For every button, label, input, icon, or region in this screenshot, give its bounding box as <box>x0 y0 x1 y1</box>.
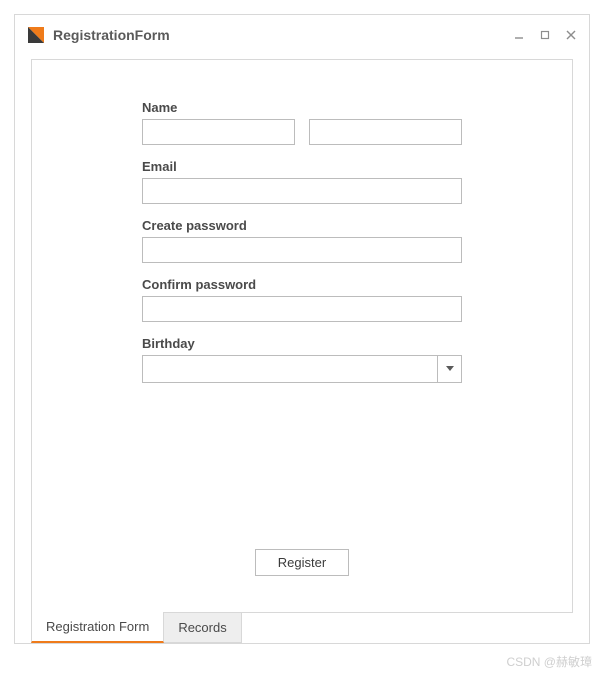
window-title: RegistrationForm <box>53 27 513 43</box>
confirm-password-field[interactable] <box>142 296 462 322</box>
content-area: Name Email Create password Confirm passw… <box>15 55 589 643</box>
birthday-dropdown-button[interactable] <box>437 356 461 382</box>
app-icon <box>27 26 45 44</box>
birthday-label: Birthday <box>142 336 462 351</box>
tab-registration-form[interactable]: Registration Form <box>31 612 164 643</box>
email-label: Email <box>142 159 462 174</box>
register-button[interactable]: Register <box>255 549 349 576</box>
last-name-field[interactable] <box>309 119 462 145</box>
window-controls <box>513 29 577 41</box>
titlebar: RegistrationForm <box>15 15 589 55</box>
birthday-combo[interactable] <box>142 355 462 383</box>
chevron-down-icon <box>446 366 454 372</box>
tab-strip: Registration Form Records <box>31 613 573 643</box>
register-row: Register <box>48 549 556 596</box>
create-password-label: Create password <box>142 218 462 233</box>
confirm-password-label: Confirm password <box>142 277 462 292</box>
name-label: Name <box>142 100 462 115</box>
form-body: Name Email Create password Confirm passw… <box>142 100 462 383</box>
form-panel: Name Email Create password Confirm passw… <box>31 59 573 613</box>
birthday-input[interactable] <box>143 356 437 382</box>
maximize-icon[interactable] <box>539 29 551 41</box>
tab-records[interactable]: Records <box>164 613 241 643</box>
first-name-field[interactable] <box>142 119 295 145</box>
create-password-field[interactable] <box>142 237 462 263</box>
email-field[interactable] <box>142 178 462 204</box>
name-row <box>142 119 462 145</box>
app-window: RegistrationForm Name Email <box>14 14 590 644</box>
close-icon[interactable] <box>565 29 577 41</box>
minimize-icon[interactable] <box>513 29 525 41</box>
